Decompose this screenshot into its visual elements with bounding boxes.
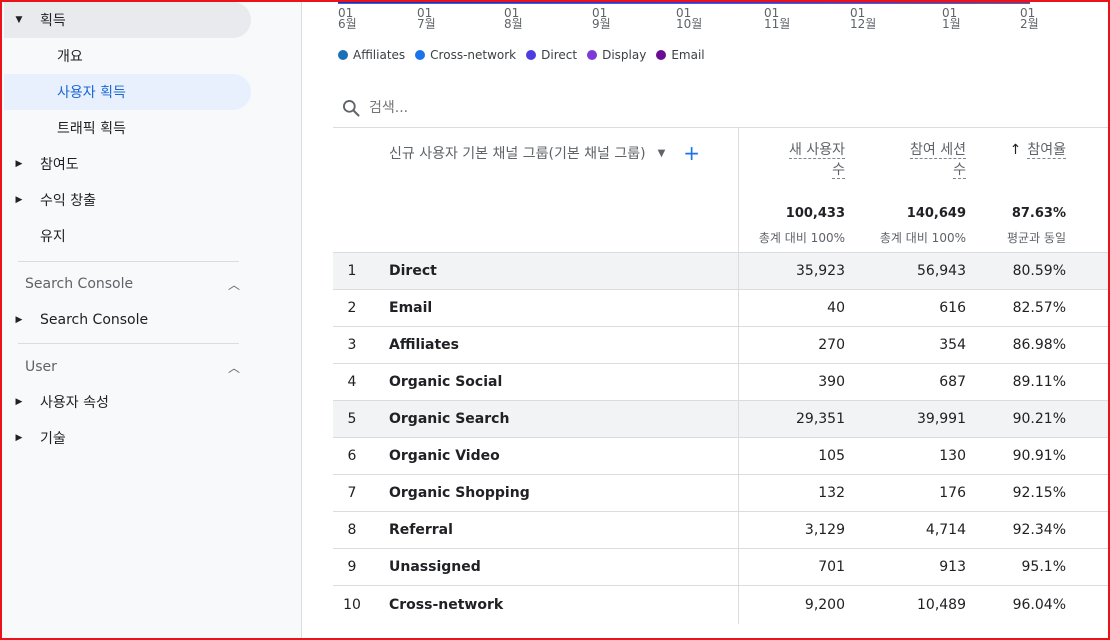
chevron-up-icon: ︿ — [227, 360, 240, 375]
legend-label: Cross-network — [430, 48, 517, 62]
table-row[interactable]: 9 Unassigned 701 913 95.1% — [333, 549, 1108, 586]
x-tick: 01 11월 — [764, 6, 791, 31]
caret-right-icon: ▶ — [15, 315, 23, 325]
nav-item-overview[interactable]: 개요 — [4, 38, 251, 74]
legend-label: Affiliates — [353, 48, 406, 62]
chart-series-line — [338, 3, 1030, 4]
legend-label: Direct — [541, 48, 578, 62]
section-header-search-console[interactable]: Search Console ︿ — [25, 272, 240, 296]
legend-item[interactable]: Cross-network — [415, 48, 516, 62]
report-main: 01 6월 01 7월 01 8월 01 9월 01 10월 01 11월 01 12월 01… — [302, 0, 1108, 640]
legend-item[interactable]: Direct — [526, 48, 577, 62]
nav-item-label: 기술 — [40, 431, 66, 447]
total-engagement-rate-sub: 평균과 동일 — [1006, 231, 1066, 245]
nav-item-label: 유지 — [40, 229, 66, 245]
table-row[interactable]: 2 Email 40 616 82.57% — [333, 290, 1108, 327]
caret-down-icon: ▼ — [15, 15, 23, 25]
chart-legend: Affiliates Cross-network Direct Display … — [338, 46, 715, 64]
column-header-engagement-rate[interactable]: ↑ 참여율 — [956, 140, 1066, 160]
table-search — [333, 88, 1108, 128]
legend-dot-icon — [338, 50, 348, 60]
nav-item-label: 개요 — [57, 49, 83, 65]
legend-dot-icon — [415, 50, 426, 60]
caret-right-icon: ▶ — [15, 159, 23, 169]
table-row[interactable]: 8 Referral 3,129 4,714 92.34% — [333, 512, 1108, 549]
x-tick: 01 7월 — [417, 6, 436, 31]
dimension-header[interactable]: 신규 사용자 기본 채널 그룹(기본 채널 그룹) ▼ + — [389, 143, 700, 163]
nav-item-label: 트래픽 획득 — [57, 121, 126, 137]
nav-item-user-attributes[interactable]: ▶ 사용자 속성 — [4, 384, 251, 420]
nav-item-label: 획득 — [40, 13, 66, 29]
caret-right-icon: ▶ — [15, 433, 23, 443]
x-tick: 01 9월 — [592, 6, 611, 31]
nav-item-label: 참여도 — [40, 157, 79, 173]
section-title: User — [25, 359, 57, 375]
dimension-header-label: 신규 사용자 기본 채널 그룹(기본 채널 그룹) — [389, 146, 646, 162]
column-header-engaged-sessions[interactable]: 참여 세션 수 — [856, 140, 966, 180]
x-tick: 01 1월 — [942, 6, 961, 31]
table-row[interactable]: 6 Organic Video 105 130 90.91% — [333, 438, 1108, 475]
table-row[interactable]: 4 Organic Social 390 687 89.11% — [333, 364, 1108, 401]
legend-item[interactable]: Display — [587, 48, 646, 62]
table-row[interactable]: 7 Organic Shopping 132 176 92.15% — [333, 475, 1108, 512]
x-tick: 01 2월 — [1020, 6, 1039, 31]
legend-dot-icon — [656, 50, 667, 60]
nav-item-label: 사용자 속성 — [40, 395, 109, 411]
x-tick: 01 8월 — [504, 6, 523, 31]
table-header: 신규 사용자 기본 채널 그룹(기본 채널 그룹) ▼ + 새 사용자 수 참여… — [333, 128, 1108, 624]
left-nav: ▼ 획득 개요 사용자 획득 트래픽 획득 ▶ 참여도 ▶ 수익 창출 유지 S… — [0, 0, 302, 640]
nav-item-label: Search Console — [40, 312, 149, 328]
x-tick: 01 10월 — [676, 6, 703, 31]
legend-item[interactable]: Email — [656, 48, 705, 62]
section-divider — [18, 261, 239, 262]
x-tick: 01 12월 — [850, 6, 877, 31]
dropdown-arrow-icon[interactable]: ▼ — [658, 148, 666, 159]
nav-item-engagement[interactable]: ▶ 참여도 — [4, 146, 251, 182]
data-table: 신규 사용자 기본 채널 그룹(기본 채널 그룹) ▼ + 새 사용자 수 참여… — [333, 128, 1108, 624]
legend-label: Display — [602, 48, 647, 62]
legend-item[interactable]: Affiliates — [338, 48, 405, 62]
column-divider — [738, 128, 739, 624]
nav-item-user-acquisition[interactable]: 사용자 획득 — [4, 74, 251, 110]
sort-arrow-up-icon: ↑ — [1009, 142, 1022, 158]
legend-dot-icon — [526, 50, 537, 60]
nav-item-monetization[interactable]: ▶ 수익 창출 — [4, 182, 251, 218]
legend-dot-icon — [587, 50, 598, 60]
table-row[interactable]: 1 Direct 35,923 56,943 80.59% — [333, 253, 1108, 290]
nav-item-retention[interactable]: 유지 — [4, 218, 251, 254]
x-tick: 01 6월 — [338, 6, 357, 31]
add-dimension-icon[interactable]: + — [683, 143, 700, 163]
column-header-new-users[interactable]: 새 사용자 수 — [735, 140, 845, 180]
nav-item-search-console[interactable]: ▶ Search Console — [4, 302, 251, 338]
nav-item-label: 수익 창출 — [40, 193, 96, 209]
total-new-users-sub: 총계 대비 100% — [758, 231, 845, 245]
table-row[interactable]: 5 Organic Search 29,351 39,991 90.21% — [333, 401, 1108, 438]
nav-item-traffic-acquisition[interactable]: 트래픽 획득 — [4, 110, 251, 146]
chevron-up-icon: ︿ — [227, 277, 240, 292]
section-header-user[interactable]: User ︿ — [25, 355, 240, 379]
nav-item-acquisition[interactable]: ▼ 획득 — [4, 2, 251, 38]
search-icon — [343, 99, 360, 116]
section-title: Search Console — [25, 276, 134, 292]
caret-right-icon: ▶ — [15, 397, 23, 407]
nav-item-tech[interactable]: ▶ 기술 — [4, 420, 251, 456]
section-divider — [18, 343, 239, 344]
table-row[interactable]: 10 Cross-network 9,200 10,489 96.04% — [333, 586, 1108, 623]
total-engagement-rate: 87.63% — [1011, 206, 1066, 221]
caret-right-icon: ▶ — [15, 195, 23, 205]
table-row[interactable]: 3 Affiliates 270 354 86.98% — [333, 327, 1108, 364]
nav-item-label: 사용자 획득 — [57, 85, 126, 101]
search-input[interactable] — [369, 99, 669, 116]
total-new-users: 100,433 — [785, 206, 845, 221]
legend-label: Email — [671, 48, 705, 62]
